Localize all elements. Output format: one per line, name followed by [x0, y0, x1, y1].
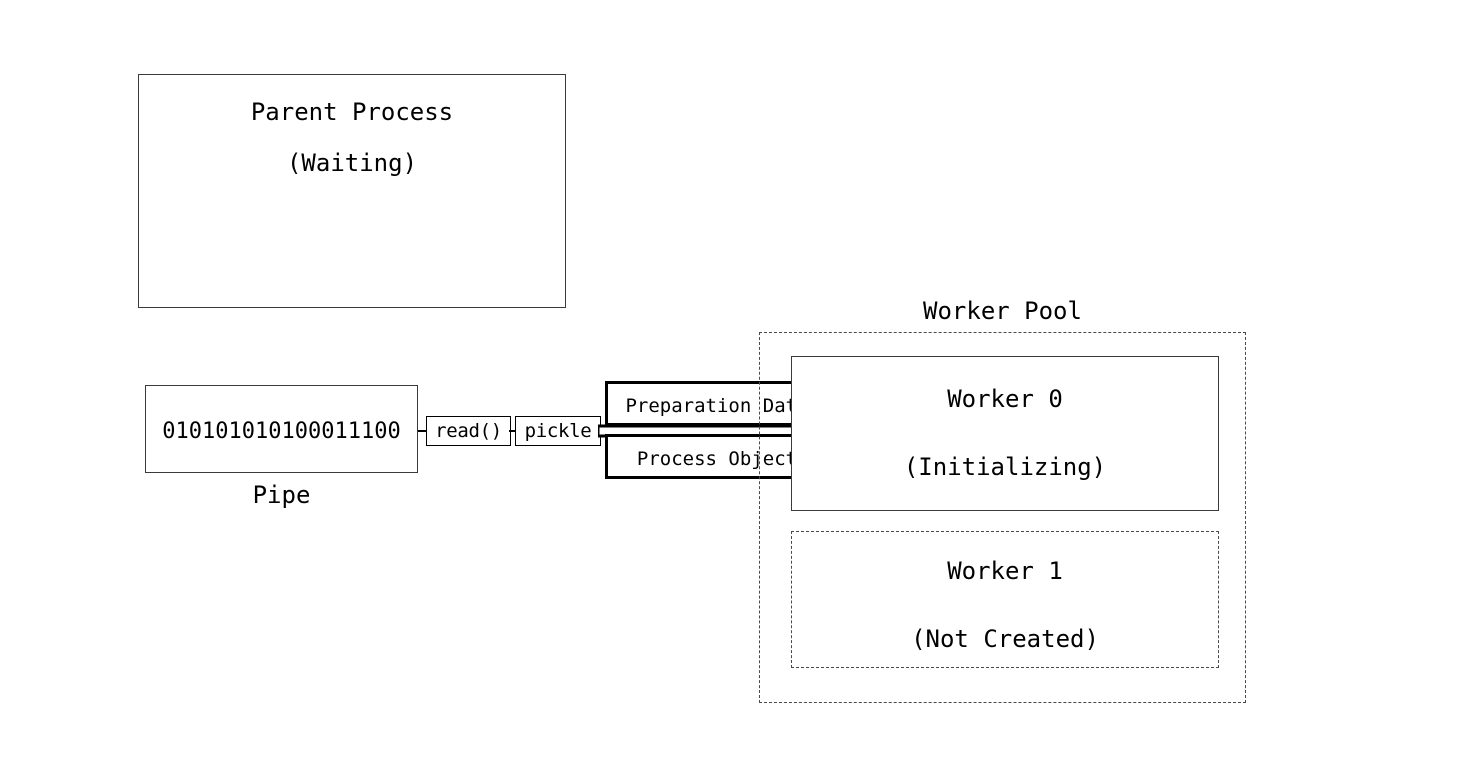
read-call-chip: read(): [426, 416, 511, 446]
worker-0-box: Worker 0 (Initializing): [791, 356, 1219, 511]
worker-1-status: (Not Created): [911, 625, 1099, 653]
parent-process-status: (Waiting): [286, 149, 418, 177]
worker-1-box: Worker 1 (Not Created): [791, 531, 1219, 668]
pipe-label: Pipe: [252, 481, 311, 509]
pipe-box: 010101010100011100: [145, 385, 418, 473]
diagram-canvas: Parent Process (Waiting) 010101010100011…: [0, 0, 1458, 780]
pipe-binary-data: 010101010100011100: [162, 419, 401, 444]
worker-0-status: (Initializing): [903, 453, 1107, 481]
parent-process-box: Parent Process (Waiting): [138, 74, 566, 308]
worker-1-name: Worker 1: [947, 557, 1063, 585]
worker-0-name: Worker 0: [947, 385, 1063, 413]
pickle-chip: pickle: [515, 416, 601, 446]
worker-pool-title: Worker Pool: [923, 297, 1082, 325]
parent-process-title: Parent Process: [250, 98, 454, 126]
